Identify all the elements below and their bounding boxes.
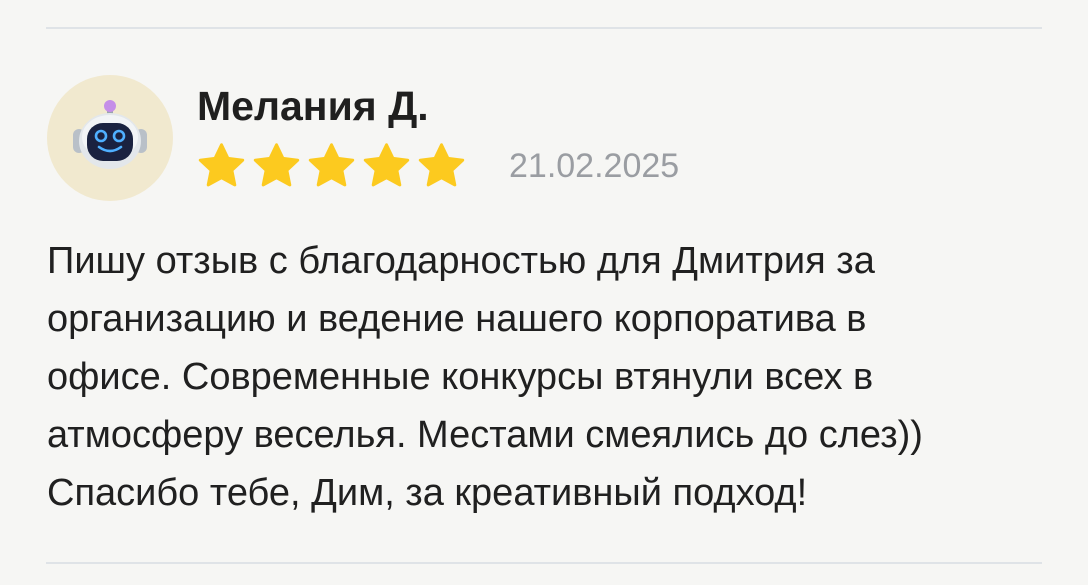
star-icon (418, 143, 465, 187)
review-text: Пишу отзыв с благодарностью для Дмитрия … (47, 232, 1047, 522)
star-icon (363, 143, 410, 187)
review-text-line: организацию и ведение нашего корпоратива… (47, 298, 867, 340)
review-date: 21.02.2025 (509, 147, 680, 185)
star-icon (308, 143, 355, 187)
rating-stars (196, 141, 467, 191)
review-text-line: атмосферу веселья. Местами смеялись до с… (47, 414, 923, 456)
bottom-divider (46, 562, 1042, 564)
review-text-line: Пишу отзыв с благодарностью для Дмитрия … (47, 240, 875, 282)
avatar[interactable] (47, 75, 173, 201)
review-text-line: Спасибо тебе, Дим, за креативный подход! (47, 472, 808, 514)
star-icon (253, 143, 300, 187)
star-icon (198, 143, 245, 187)
top-divider (46, 27, 1042, 29)
review-text-line: офисе. Современные конкурсы втянули всех… (47, 356, 874, 398)
author-name[interactable]: Мелания Д. (197, 83, 429, 129)
robot-avatar-icon (73, 100, 147, 169)
